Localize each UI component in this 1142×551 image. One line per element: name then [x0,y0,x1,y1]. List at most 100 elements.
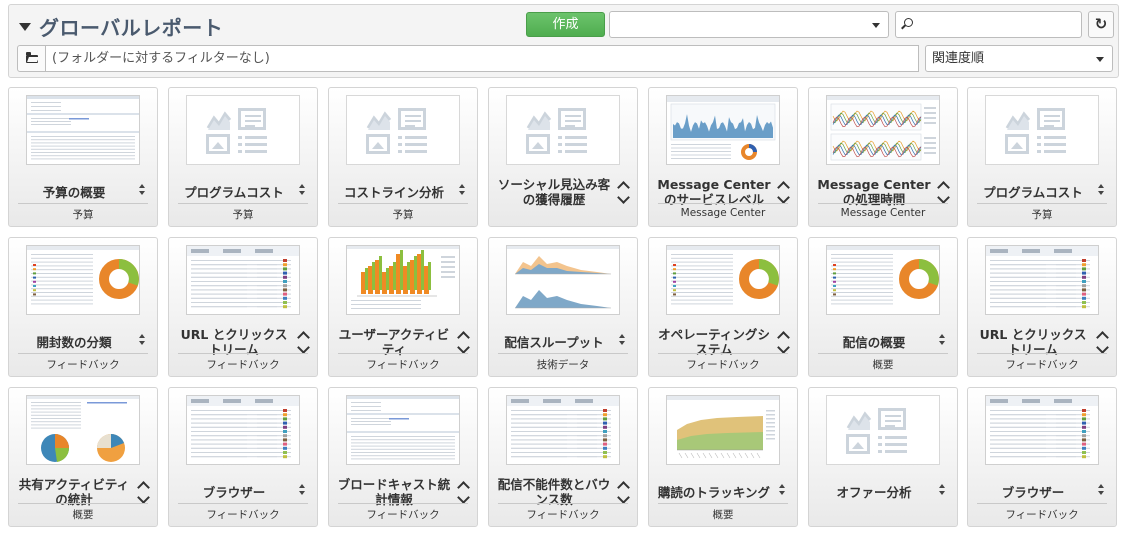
card-divider [498,503,628,504]
report-thumbnail[interactable] [26,95,140,165]
report-category: フィードバック [1005,509,1079,521]
report-thumbnail[interactable] [186,395,300,465]
sort-arrows-icon[interactable] [137,181,147,201]
report-thumbnail[interactable] [186,245,300,315]
report-thumbnail-graphic [986,396,1098,459]
report-category: フィードバック [526,509,600,521]
card-divider [338,203,468,204]
title-area[interactable]: グローバルレポート [19,11,223,41]
report-thumbnail[interactable] [186,95,300,165]
report-thumbnail[interactable] [985,245,1099,315]
report-card[interactable]: ブラウザー フィードバック [168,387,318,527]
sort-arrows-icon[interactable] [297,481,307,501]
search-input[interactable] [895,11,1082,38]
report-thumbnail-graphic [187,246,299,309]
report-thumbnail[interactable] [346,95,460,165]
report-title: オペレーティングシステム [658,327,770,357]
card-divider [818,353,948,354]
report-card[interactable]: プログラムコスト 予算 [967,87,1117,227]
report-thumbnail[interactable] [26,395,140,465]
expand-collapse-icon[interactable] [617,180,631,206]
report-category: 概要 [872,359,894,371]
report-thumbnail[interactable] [985,395,1099,465]
report-card[interactable]: Message Center の処理時間 Message Center [808,87,958,227]
card-divider [18,353,148,354]
report-category: 予算 [1031,209,1053,221]
report-category: Message Center [680,207,766,219]
report-thumbnail[interactable] [26,245,140,315]
report-card[interactable]: 共有アクティビティの統計 概要 [8,387,158,527]
report-title: 配信不能件数とバウンス数 [497,477,611,507]
report-card[interactable]: オファー分析 [808,387,958,527]
report-card[interactable]: Message Center のサービスレベル Message Center [648,87,798,227]
report-category: フィードバック [366,509,440,521]
report-thumbnail[interactable] [666,395,780,465]
card-divider [18,503,148,504]
report-title: 開封数の分類 [36,334,112,350]
sort-arrows-icon[interactable] [617,331,627,351]
report-card[interactable]: 配信スループット 技術データ [488,237,638,377]
report-thumbnail-graphic [347,396,459,460]
report-thumbnail[interactable] [666,245,780,315]
report-card[interactable]: 配信の概要 概要 [808,237,958,377]
sort-arrows-icon[interactable] [297,181,307,201]
report-thumbnail[interactable] [826,95,940,165]
report-list-header: グローバルレポート 作成 ↻ (フォルダーに対するフィルターなし) 関連度順 [8,4,1119,78]
report-category: フィードバック [686,359,760,371]
sort-arrows-icon[interactable] [1096,181,1106,201]
report-card[interactable]: 予算の概要 予算 [8,87,158,227]
report-thumbnail-graphic [827,96,939,161]
card-divider [338,353,468,354]
report-title: ブラウザー [1001,484,1065,500]
report-title: 配信スループット [504,334,604,350]
report-thumbnail[interactable] [506,395,620,465]
report-card[interactable]: ブラウザーフィードバック [967,387,1117,527]
report-title: ブラウザー [202,484,266,500]
report-category: 予算 [232,209,254,221]
card-divider [977,353,1107,354]
report-thumbnail[interactable] [346,395,460,465]
report-placeholder-icon [522,108,606,156]
report-card[interactable]: URL とクリックストリーム フィードバック [967,237,1117,377]
sort-arrows-icon[interactable] [457,181,467,201]
create-button[interactable]: 作成 [526,12,605,37]
report-thumbnail[interactable] [985,95,1099,165]
report-card[interactable]: オペレーティングシステムフィードバック [648,237,798,377]
report-card[interactable]: ユーザーアクティビティ フィードバック [328,237,478,377]
report-card[interactable]: プログラムコスト 予算 [168,87,318,227]
report-thumbnail[interactable] [506,245,620,315]
report-card[interactable]: ソーシャル見込み客の獲得履歴 [488,87,638,227]
refresh-button[interactable]: ↻ [1088,11,1114,38]
report-card[interactable]: 配信不能件数とバウンス数フィードバック [488,387,638,527]
report-thumbnail[interactable] [826,395,940,465]
collapse-triangle-icon[interactable] [19,23,31,31]
report-card[interactable]: 購読のトラッキング 概要 [648,387,798,527]
report-category: フィードバック [206,359,280,371]
report-card[interactable]: ブロードキャスト統計情報フィードバック [328,387,478,527]
report-thumbnail[interactable] [666,95,780,165]
report-category: 予算 [392,209,414,221]
card-divider [658,503,788,504]
report-category: 概要 [712,509,734,521]
report-card[interactable]: コストライン分析 予算 [328,87,478,227]
folder-filter-field[interactable]: (フォルダーに対するフィルターなし) [45,45,919,72]
report-thumbnail[interactable] [346,245,460,315]
report-thumbnail[interactable] [506,95,620,165]
sort-arrows-icon[interactable] [1096,481,1106,501]
type-filter-select[interactable] [609,11,889,38]
folder-button[interactable] [17,45,46,72]
report-title: 予算の概要 [42,184,106,200]
sort-arrows-icon[interactable] [777,481,787,501]
sort-arrows-icon[interactable] [937,481,947,501]
report-thumbnail[interactable] [826,245,940,315]
sort-value: 関連度順 [932,51,985,66]
report-card[interactable]: 開封数の分類 フィードバック [8,237,158,377]
report-placeholder-icon [842,408,926,456]
card-divider [338,503,468,504]
report-card[interactable]: URL とクリックストリーム フィードバック [168,237,318,377]
sort-arrows-icon[interactable] [137,331,147,351]
sort-arrows-icon[interactable] [937,331,947,351]
report-title: Message Center の処理時間 [817,177,931,207]
sort-select[interactable]: 関連度順 [925,45,1113,72]
report-title: ブロードキャスト統計情報 [337,477,451,507]
